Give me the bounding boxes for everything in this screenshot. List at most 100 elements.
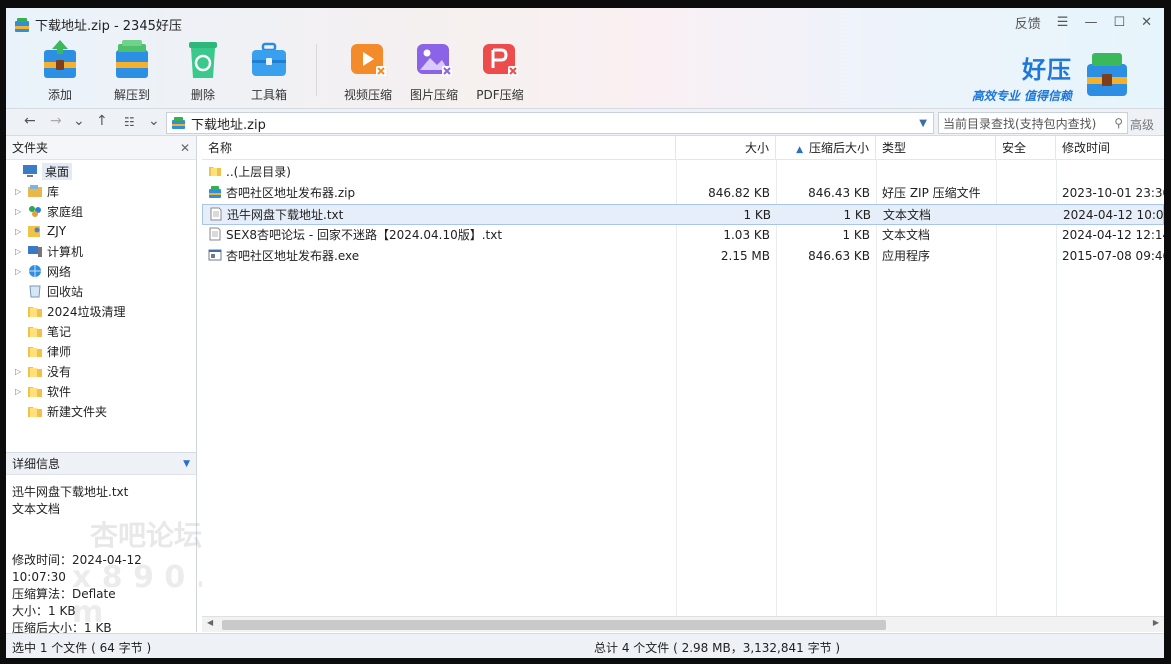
col-name[interactable]: 名称 (202, 136, 676, 160)
scroll-left-icon[interactable]: ◀ (207, 618, 213, 627)
collapse-icon[interactable]: ▼ (183, 459, 190, 469)
col-security[interactable]: 安全 (996, 136, 1056, 160)
sidebar-item[interactable]: 桌面 (6, 161, 196, 181)
app-window: 下载地址.zip - 2345好压 反馈 ☰ — ☐ ✕ 添加 解压到 删除 工… (6, 8, 1164, 658)
feedback-link[interactable]: 反馈 (1015, 13, 1041, 32)
history-dropdown-icon[interactable]: ⌄ (73, 113, 85, 129)
file-list: 名称 大小 ▲ 压缩后大小 类型 安全 修改时间 ..(上层目录) 杏吧社区地址发布… (202, 136, 1164, 632)
extract-button[interactable]: 解压到 (102, 38, 162, 103)
folder-tree: 桌面 ▷ 库 ▷ 家庭组 ▷ ZJY ▷ 计算机 ▷ 网络 回收站 2024垃圾清理 笔记 律师 ▷ 没有 ▷ 软件… (6, 160, 196, 421)
expand-icon[interactable]: ▷ (15, 247, 25, 256)
library-icon (27, 184, 43, 198)
up-icon[interactable]: ↑ (96, 113, 108, 129)
sidebar-item-label: 库 (47, 184, 60, 199)
image-compress-button[interactable]: 图片压缩 (404, 38, 464, 103)
expand-icon[interactable]: ▷ (15, 227, 25, 236)
horizontal-scrollbar[interactable]: ◀ ▶ (202, 616, 1164, 632)
brand-name: 好压 (1022, 56, 1072, 84)
toolbar-divider (316, 44, 317, 96)
sidebar-item-label: 律师 (47, 344, 72, 359)
scroll-thumb[interactable] (222, 620, 886, 630)
sidebar-item[interactable]: ▷ 库 (6, 181, 196, 201)
expand-icon[interactable]: ▷ (15, 187, 25, 196)
advanced-search-button[interactable]: 高级 (1130, 116, 1154, 133)
folder-icon (27, 364, 43, 378)
folder-icon (27, 324, 43, 338)
sort-up-icon: ▲ (796, 145, 803, 155)
title-bar: 下载地址.zip - 2345好压 (14, 15, 182, 34)
minimize-icon[interactable]: — (1084, 15, 1097, 30)
sidebar-item-label: 软件 (47, 384, 72, 399)
file-type-cell: 好压 ZIP 压缩文件 (882, 186, 981, 200)
file-packed-cell: 846.43 KB (808, 186, 870, 200)
sidebar-item[interactable]: 回收站 (6, 281, 196, 301)
details-header[interactable]: 详细信息 ▼ (6, 453, 196, 475)
scroll-right-icon[interactable]: ▶ (1153, 618, 1159, 627)
file-modified-cell (1062, 162, 1164, 183)
expand-icon[interactable]: ▷ (15, 387, 25, 396)
sidebar-item-label: ZJY (47, 224, 67, 238)
file-row[interactable]: 迅牛网盘下载地址.txt 1 KB 1 KB 文本文档 2024-04-12 10:07 (202, 204, 1164, 225)
folder-up-icon (208, 165, 226, 179)
file-name-cell: 迅牛网盘下载地址.txt (209, 205, 675, 226)
expand-icon[interactable]: ▷ (15, 267, 25, 276)
file-packed-cell: 1 KB (843, 208, 871, 222)
file-name-cell: ..(上层目录) (208, 162, 674, 183)
menu-icon[interactable]: ☰ (1057, 15, 1069, 30)
sidebar-item[interactable]: 律师 (6, 341, 196, 361)
back-icon[interactable]: ← (24, 113, 36, 129)
col-packed[interactable]: ▲ 压缩后大小 (776, 136, 876, 160)
col-modified[interactable]: 修改时间 (1056, 136, 1164, 160)
user-folder-icon (27, 224, 43, 238)
file-modified-cell: 2024-04-12 10:07 (1063, 208, 1164, 222)
sidebar-item[interactable]: ▷ ZJY (6, 221, 196, 241)
folder-pane-header: 文件夹 ✕ (6, 136, 196, 160)
file-name-cell: 杏吧社区地址发布器.exe (208, 246, 674, 267)
expand-icon[interactable]: ▷ (15, 207, 25, 216)
folder-icon (27, 344, 43, 358)
sidebar-item[interactable]: ▷ 计算机 (6, 241, 196, 261)
close-icon[interactable]: ✕ (1141, 15, 1152, 30)
search-icon[interactable]: ⚲ (1114, 116, 1123, 130)
sidebar-item[interactable]: ▷ 家庭组 (6, 201, 196, 221)
file-modified-cell: 2015-07-08 09:46 (1062, 249, 1164, 263)
path-dropdown-icon[interactable]: ▼ (919, 118, 927, 129)
brand-slogan: 高效专业 值得信赖 (971, 89, 1072, 103)
window-title: 下载地址.zip - 2345好压 (35, 19, 182, 34)
title-toolbar-area: 下载地址.zip - 2345好压 反馈 ☰ — ☐ ✕ 添加 解压到 删除 工… (6, 8, 1164, 108)
col-type[interactable]: 类型 (876, 136, 996, 160)
text-file-icon (208, 227, 226, 242)
file-name-cell: SEX8杏吧论坛 - 回家不迷路【2024.04.10版】.txt (208, 225, 674, 246)
folder-icon (27, 404, 43, 418)
sidebar-item[interactable]: ▷ 没有 (6, 361, 196, 381)
file-packed-cell (776, 162, 870, 183)
file-row[interactable]: 杏吧社区地址发布器.exe 2.15 MB 846.63 KB 应用程序 2015-07… (202, 246, 1164, 267)
delete-button[interactable]: 删除 (173, 38, 233, 103)
sidebar-item[interactable]: ▷ 网络 (6, 261, 196, 281)
view-mode-icon[interactable]: ☷ (124, 115, 135, 129)
video-compress-button[interactable]: 视频压缩 (338, 38, 398, 103)
forward-icon[interactable]: → (50, 113, 62, 129)
expand-icon[interactable]: ▷ (15, 367, 25, 376)
sidebar-item-label: 计算机 (47, 244, 84, 259)
sidebar-item[interactable]: ▷ 软件 (6, 381, 196, 401)
sidebar-item[interactable]: 新建文件夹 (6, 401, 196, 421)
col-size[interactable]: 大小 (676, 136, 776, 160)
pdf-compress-button[interactable]: PDF压缩 (470, 38, 530, 103)
file-row[interactable]: 杏吧社区地址发布器.zip 846.82 KB 846.43 KB 好压 ZIP 压缩… (202, 183, 1164, 204)
path-field[interactable]: 下载地址.zip ▼ (166, 112, 934, 134)
maximize-icon[interactable]: ☐ (1113, 15, 1125, 30)
file-row[interactable]: ..(上层目录) (202, 162, 1164, 183)
address-bar: ← → ⌄ ↑ ☷ ⌄ 下载地址.zip ▼ 当前目录查找(支持包内查找) ⚲ … (6, 108, 1164, 136)
view-dropdown-icon[interactable]: ⌄ (148, 113, 160, 129)
file-row[interactable]: SEX8杏吧论坛 - 回家不迷路【2024.04.10版】.txt 1.03 KB… (202, 225, 1164, 246)
sidebar-item[interactable]: 笔记 (6, 321, 196, 341)
sidebar-item-label: 新建文件夹 (47, 404, 108, 419)
sidebar-item[interactable]: 2024垃圾清理 (6, 301, 196, 321)
toolbox-button[interactable]: 工具箱 (239, 38, 299, 103)
search-input[interactable]: 当前目录查找(支持包内查找) ⚲ (938, 112, 1128, 134)
sidebar-item-label: 网络 (47, 264, 72, 279)
close-pane-icon[interactable]: ✕ (180, 141, 190, 155)
add-button[interactable]: 添加 (30, 38, 90, 103)
file-type-cell: 应用程序 (882, 249, 931, 263)
